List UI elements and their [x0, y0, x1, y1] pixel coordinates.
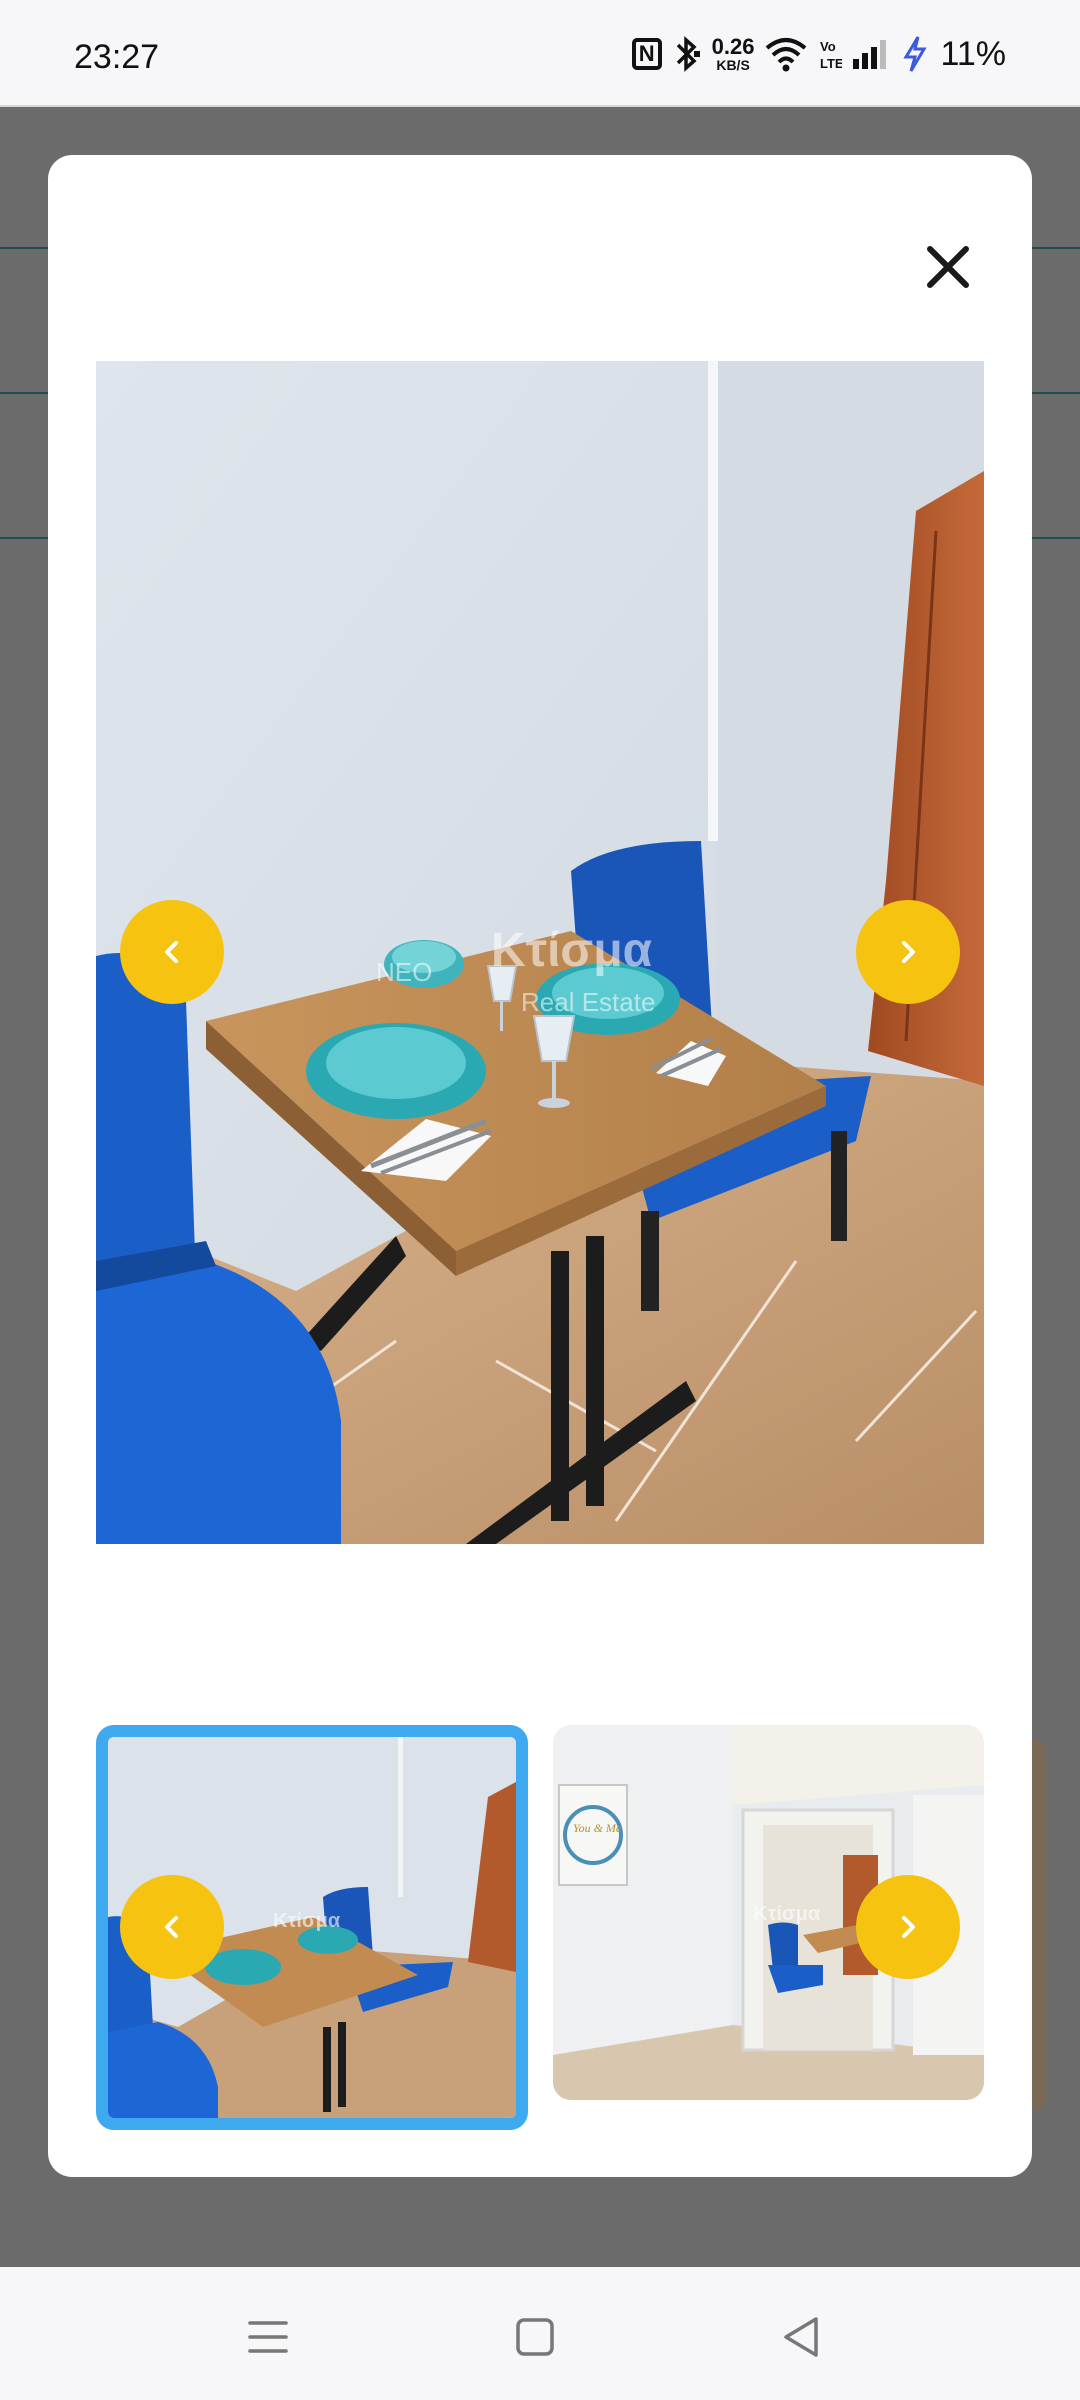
prev-thumbnail-button[interactable]	[120, 1875, 224, 1979]
watermark-sub: Real Estate	[521, 987, 655, 1017]
background-divider	[0, 247, 48, 249]
watermark-prefix: NEO	[376, 957, 432, 987]
home-square-icon	[516, 2318, 554, 2356]
status-icons: N 0.26 KB/S Vo LTE 11%	[631, 34, 1006, 74]
svg-text:Vo: Vo	[820, 39, 836, 54]
battery-percent: 11%	[940, 34, 1006, 73]
home-button[interactable]	[505, 2307, 565, 2367]
charging-bolt-icon	[902, 35, 928, 73]
thumbnail-2-watermark: Κτίσμα	[753, 1903, 821, 1925]
main-photo[interactable]: NEO Κτίσμα Real Estate	[96, 361, 984, 1544]
network-speed: 0.26 KB/S	[711, 34, 755, 73]
next-thumbnail-button[interactable]	[856, 1875, 960, 1979]
back-triangle-icon	[784, 2317, 818, 2357]
volte-icon: Vo LTE	[818, 36, 842, 72]
chevron-left-icon	[165, 941, 178, 963]
menu-button[interactable]	[238, 2307, 298, 2367]
background-divider	[1032, 392, 1080, 394]
thumbnail-1-watermark: Κτίσμα	[273, 1910, 341, 1932]
system-nav-bar	[0, 2267, 1080, 2400]
chevron-right-icon	[902, 941, 915, 963]
background-divider	[0, 537, 48, 539]
menu-icon	[248, 2321, 288, 2353]
signal-icon	[852, 37, 892, 71]
close-button[interactable]	[916, 235, 980, 299]
background-divider	[1032, 247, 1080, 249]
chevron-right-icon	[902, 1916, 915, 1938]
nfc-icon: N	[631, 38, 662, 70]
background-divider	[0, 392, 48, 394]
wall-art-text: You & Me	[573, 1821, 622, 1835]
watermark-brand: Κτίσμα	[491, 924, 653, 977]
wifi-icon	[764, 36, 808, 72]
photo-gallery-modal: NEO Κτίσμα Real Estate Κτίσμα You & Me Κ…	[48, 155, 1032, 2177]
chevron-left-icon	[165, 1916, 178, 1938]
network-speed-value: 0.26	[711, 34, 755, 59]
next-photo-button[interactable]	[856, 900, 960, 1004]
status-time: 23:27	[74, 38, 160, 76]
back-button[interactable]	[772, 2307, 832, 2367]
close-icon	[927, 246, 969, 288]
svg-text:LTE: LTE	[820, 56, 842, 71]
prev-photo-button[interactable]	[120, 900, 224, 1004]
status-bar: 23:27 N 0.26 KB/S Vo LTE 11%	[0, 0, 1080, 107]
bluetooth-icon	[672, 35, 702, 73]
background-divider	[1032, 537, 1080, 539]
next-thumbnail-peek	[1032, 1740, 1046, 2110]
network-speed-unit: KB/S	[716, 57, 750, 73]
